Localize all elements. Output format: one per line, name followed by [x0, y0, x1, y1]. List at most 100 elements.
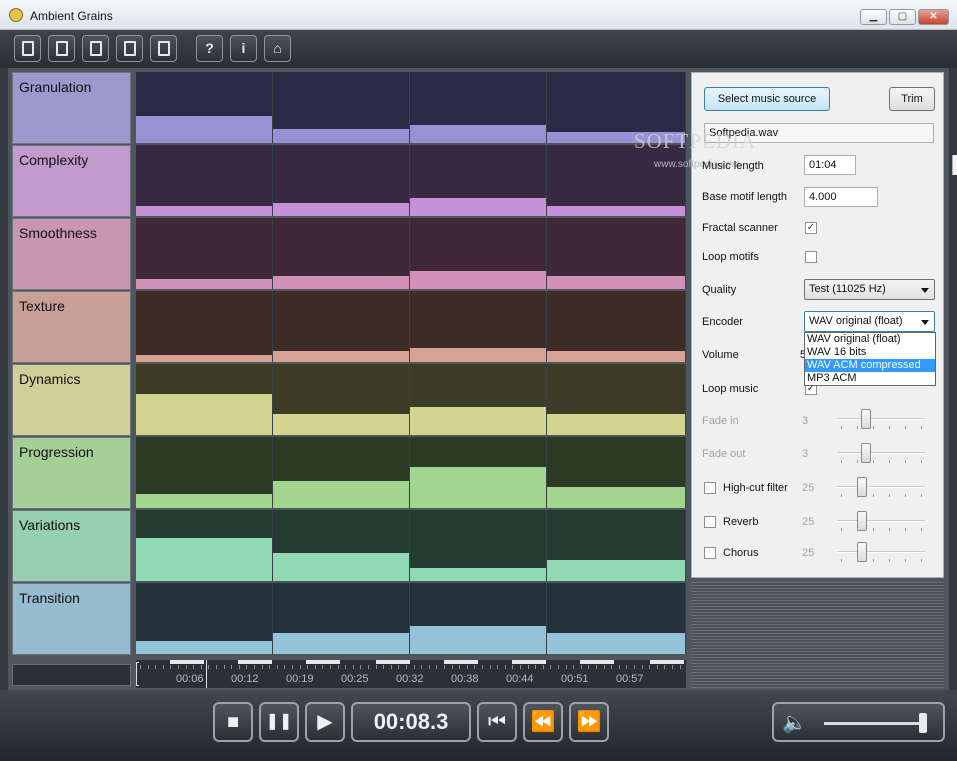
track-segment[interactable]	[136, 510, 273, 581]
track-segment[interactable]	[547, 583, 686, 654]
track-segment[interactable]	[136, 437, 273, 508]
track-segment[interactable]	[273, 218, 410, 289]
reverb-slider-thumb[interactable]	[857, 511, 867, 531]
track-segment[interactable]	[273, 364, 410, 435]
encoder-select[interactable]: WAV original (float)	[804, 311, 935, 332]
quality-select[interactable]: Test (11025 Hz)	[804, 279, 935, 300]
track-segment[interactable]	[273, 583, 410, 654]
select-music-source-button[interactable]: Select music source	[704, 87, 830, 111]
open-file-button[interactable]	[48, 35, 75, 62]
fade-out-slider[interactable]	[837, 443, 925, 463]
segment-level[interactable]	[273, 633, 409, 654]
save-file-button[interactable]	[82, 35, 109, 62]
param-track-transition[interactable]	[136, 583, 686, 655]
segment-level[interactable]	[547, 414, 685, 435]
high-cut-filter-slider[interactable]	[837, 477, 925, 497]
segment-level[interactable]	[410, 467, 546, 508]
fade-in-slider[interactable]	[837, 409, 925, 429]
segment-level[interactable]	[547, 276, 685, 289]
chorus-slider[interactable]	[837, 542, 925, 562]
segment-level[interactable]	[547, 487, 685, 508]
segment-level[interactable]	[273, 129, 409, 143]
close-button[interactable]: ✕	[918, 9, 949, 25]
chorus-checkbox[interactable]	[704, 547, 716, 559]
segment-level[interactable]	[547, 633, 685, 654]
segment-level[interactable]	[273, 481, 409, 508]
track-segment[interactable]	[410, 291, 547, 362]
track-segment[interactable]	[136, 218, 273, 289]
track-segment[interactable]	[136, 72, 273, 143]
track-segment[interactable]	[410, 72, 547, 143]
speaker-icon[interactable]: 🔈	[782, 710, 807, 735]
encoder-option[interactable]: WAV original (float)	[805, 333, 935, 346]
high-cut-filter-checkbox[interactable]	[704, 482, 716, 494]
track-segment[interactable]	[547, 145, 686, 216]
timeline[interactable]: 00:06 00:12 00:19 00:25 00:32 00:38 00:44 00:51…	[136, 660, 686, 688]
track-segment[interactable]	[410, 218, 547, 289]
fast-forward-button[interactable]: ⏩	[569, 702, 609, 742]
track-segment[interactable]	[410, 364, 547, 435]
master-volume-slider-thumb[interactable]	[918, 713, 927, 733]
fade-out-slider-thumb[interactable]	[861, 443, 871, 463]
pause-button[interactable]: ❚❚	[259, 702, 299, 742]
encoder-option-selected[interactable]: WAV ACM compressed	[805, 359, 935, 372]
param-track-variations[interactable]	[136, 510, 686, 582]
loop-motifs-checkbox[interactable]	[805, 251, 817, 263]
track-segment[interactable]	[273, 291, 410, 362]
info-button[interactable]: i	[230, 35, 257, 62]
track-segment[interactable]	[410, 437, 547, 508]
maximize-button[interactable]: ▢	[889, 9, 916, 25]
base-motif-field[interactable]: 4.000	[804, 187, 878, 207]
segment-level[interactable]	[410, 626, 546, 654]
play-button[interactable]: ▶	[305, 702, 345, 742]
segment-level[interactable]	[136, 394, 272, 435]
param-track-progression[interactable]	[136, 437, 686, 509]
fade-in-slider-thumb[interactable]	[861, 409, 871, 429]
timeline-start-marker[interactable]	[136, 662, 139, 686]
track-segment[interactable]	[547, 218, 686, 289]
segment-level[interactable]	[273, 414, 409, 435]
segment-level[interactable]	[547, 560, 685, 581]
rewind-button[interactable]: ⏪	[523, 702, 563, 742]
music-length-spinner[interactable]: ▲▼	[952, 155, 957, 175]
segment-level[interactable]	[547, 351, 685, 362]
param-track-dynamics[interactable]	[136, 364, 686, 436]
encoder-option[interactable]: MP3 ACM	[805, 372, 935, 385]
high-cut-filter-slider-thumb[interactable]	[857, 477, 867, 497]
copy-button[interactable]	[116, 35, 143, 62]
minimize-button[interactable]: ▁	[860, 9, 887, 25]
segment-level[interactable]	[273, 203, 409, 216]
stop-button[interactable]: ■	[213, 702, 253, 742]
segment-level[interactable]	[410, 125, 546, 143]
segment-level[interactable]	[136, 641, 272, 654]
new-file-button[interactable]	[14, 35, 41, 62]
track-segment[interactable]	[547, 510, 686, 581]
fractal-scanner-checkbox[interactable]: ✓	[805, 222, 817, 234]
segment-level[interactable]	[273, 351, 409, 362]
reverb-checkbox[interactable]	[704, 516, 716, 528]
track-segment[interactable]	[273, 145, 410, 216]
segment-level[interactable]	[273, 553, 409, 581]
segment-level[interactable]	[136, 206, 272, 216]
music-length-field[interactable]: 01:04 ▲▼	[804, 155, 957, 175]
segment-level[interactable]	[410, 348, 546, 362]
help-button[interactable]: ?	[196, 35, 223, 62]
track-segment[interactable]	[547, 291, 686, 362]
track-segment[interactable]	[547, 364, 686, 435]
param-track-granulation[interactable]	[136, 72, 686, 144]
track-segment[interactable]	[410, 583, 547, 654]
segment-level[interactable]	[136, 355, 272, 362]
track-segment[interactable]	[273, 510, 410, 581]
track-segment[interactable]	[410, 145, 547, 216]
track-segment[interactable]	[547, 437, 686, 508]
segment-level[interactable]	[410, 198, 546, 216]
track-segment[interactable]	[410, 510, 547, 581]
param-track-smoothness[interactable]	[136, 218, 686, 290]
track-segment[interactable]	[273, 72, 410, 143]
chorus-slider-thumb[interactable]	[857, 542, 867, 562]
track-segment[interactable]	[136, 145, 273, 216]
segment-level[interactable]	[273, 276, 409, 289]
segment-level[interactable]	[410, 271, 546, 289]
param-track-complexity[interactable]	[136, 145, 686, 217]
segment-level[interactable]	[410, 568, 546, 581]
